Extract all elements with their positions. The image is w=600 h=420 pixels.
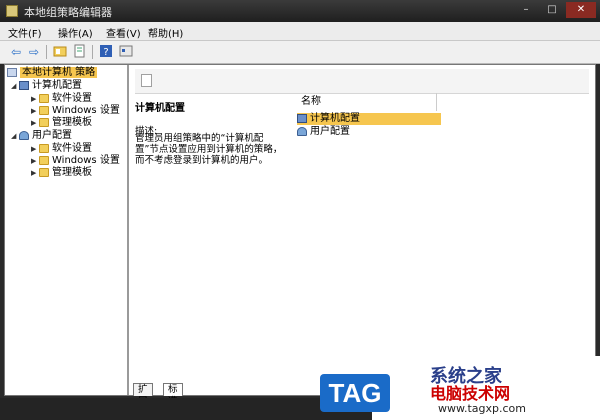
collapsed-arrow-icon[interactable]: ▶ (31, 93, 39, 105)
folder-icon (39, 94, 49, 103)
user-icon (297, 127, 307, 136)
folder-icon (39, 118, 49, 127)
menu-file[interactable]: 文件(F) (8, 25, 42, 40)
tree-item-user[interactable]: ◢ 用户配置 (11, 130, 72, 142)
tree-item-user-admin[interactable]: ▶ 管理模板 (31, 167, 92, 179)
expanded-arrow-icon[interactable]: ◢ (11, 80, 19, 92)
window: 本地组策略编辑器 – □ ✕ 文件(F) 操作(A) 查看(V) 帮助(H) ⇦… (0, 0, 600, 420)
description-title: 计算机配置 (135, 103, 185, 114)
title-bar: 本地组策略编辑器 – □ ✕ (0, 0, 600, 22)
tree-item-computer-software[interactable]: ▶ 软件设置 (31, 93, 92, 105)
help-icon[interactable]: ? (98, 44, 114, 60)
collapsed-arrow-icon[interactable]: ▶ (31, 155, 39, 167)
tree-item-computer[interactable]: ◢ 计算机配置 (11, 80, 82, 92)
minimize-button[interactable]: – (514, 2, 538, 18)
menu-action[interactable]: 操作(A) (58, 25, 93, 40)
watermark-url: www.tagxp.com (438, 402, 526, 415)
properties-icon[interactable] (118, 44, 134, 60)
export-icon[interactable] (72, 44, 88, 60)
tree-item-computer-windows[interactable]: ▶ Windows 设置 (31, 105, 120, 117)
collapsed-arrow-icon[interactable]: ▶ (31, 117, 39, 129)
watermark-name: 电脑技术网 (430, 384, 511, 403)
watermark-logo: TAG (320, 374, 390, 412)
user-icon (19, 131, 29, 140)
details-pane: 计算机配置 描述: 管理员用组策略中的“计算机配置”节点设置应用到计算机的策略，… (131, 65, 595, 395)
close-button[interactable]: ✕ (566, 2, 596, 18)
policy-icon (7, 68, 17, 77)
tree-item-computer-admin[interactable]: ▶ 管理模板 (31, 117, 92, 129)
main-content: 本地计算机 策略 ◢ 计算机配置 ▶ 软件设置 ▶ Windows 设置 ▶ 管理模板 … (4, 64, 596, 407)
menu-bar: 文件(F) 操作(A) 查看(V) 帮助(H) (0, 22, 600, 41)
window-title: 本地组策略编辑器 (24, 6, 112, 19)
menu-help[interactable]: 帮助(H) (148, 25, 183, 40)
tree-pane: 本地计算机 策略 ◢ 计算机配置 ▶ 软件设置 ▶ Windows 设置 ▶ 管理模板 … (5, 65, 129, 395)
collapsed-arrow-icon[interactable]: ▶ (31, 105, 39, 117)
tree-item-user-windows[interactable]: ▶ Windows 设置 (31, 155, 120, 167)
tab-extended[interactable]: 扩展 (133, 383, 153, 407)
watermark: TAG 系统之家 电脑技术网 www.tagxp.com (320, 356, 600, 420)
list-item-user[interactable]: 用户配置 (297, 126, 350, 138)
column-header-name[interactable]: 名称 (297, 93, 437, 111)
computer-icon (19, 81, 29, 90)
tree-item-user-software[interactable]: ▶ 软件设置 (31, 143, 92, 155)
document-icon (141, 74, 152, 87)
toolbar: ⇦ ⇨ ? (0, 41, 600, 64)
folder-icon (39, 106, 49, 115)
app-icon (6, 5, 18, 17)
menu-view[interactable]: 查看(V) (106, 25, 141, 40)
forward-icon[interactable]: ⇨ (26, 44, 42, 60)
collapsed-arrow-icon[interactable]: ▶ (31, 143, 39, 155)
folder-icon (39, 168, 49, 177)
show-tree-icon[interactable] (52, 44, 68, 60)
maximize-button[interactable]: □ (540, 2, 564, 18)
computer-icon (297, 114, 307, 123)
tree-item-root[interactable]: 本地计算机 策略 (7, 67, 98, 79)
back-icon[interactable]: ⇦ (8, 44, 24, 60)
collapsed-arrow-icon[interactable]: ▶ (31, 167, 39, 179)
tab-standard[interactable]: 标准 (163, 383, 183, 407)
list-item-computer[interactable]: 计算机配置 (297, 113, 441, 125)
svg-text:?: ? (103, 47, 108, 58)
details-header (135, 69, 589, 94)
folder-icon (39, 144, 49, 153)
description-text: 管理员用组策略中的“计算机配置”节点设置应用到计算机的策略，而不考虑登录到计算机… (135, 133, 283, 166)
expanded-arrow-icon[interactable]: ◢ (11, 130, 19, 142)
folder-icon (39, 156, 49, 165)
